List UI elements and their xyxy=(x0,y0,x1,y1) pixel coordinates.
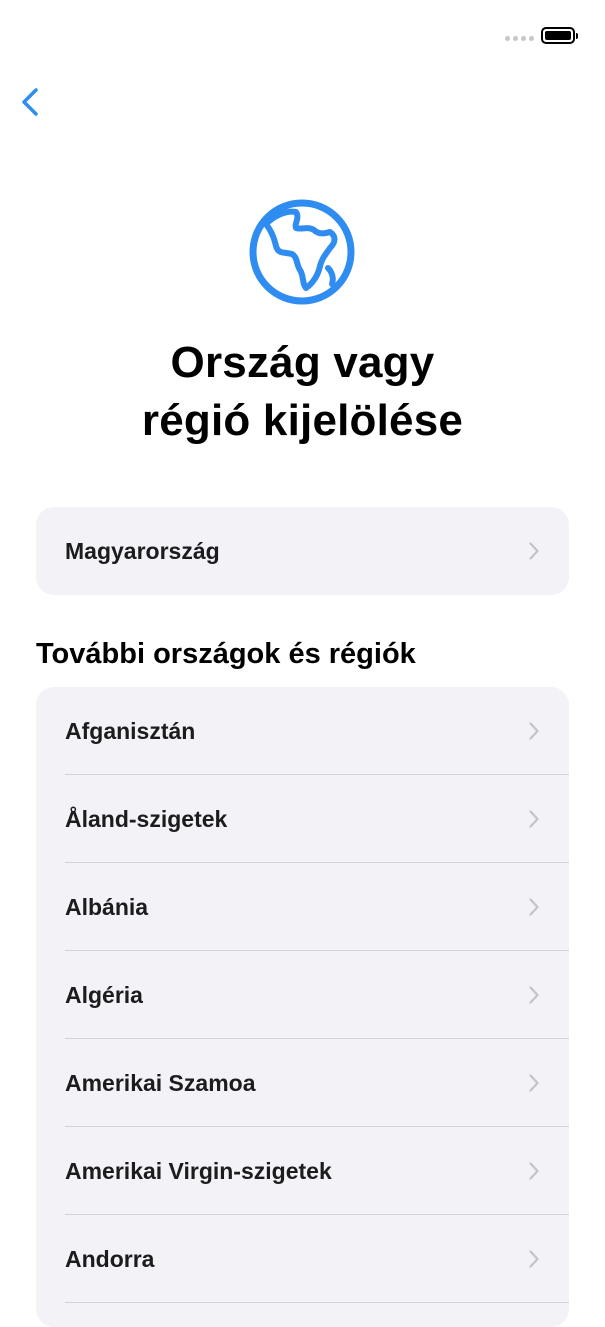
chevron-right-icon xyxy=(529,1162,539,1180)
row-divider xyxy=(65,1302,569,1303)
page-title-line-1: Ország vagy xyxy=(170,338,435,387)
globe-icon xyxy=(246,196,358,308)
country-label: Albánia xyxy=(65,894,149,920)
chevron-right-icon xyxy=(529,1250,539,1268)
country-row[interactable]: Albánia xyxy=(36,863,569,951)
chevron-right-icon xyxy=(529,898,539,916)
country-label: Åland-szigetek xyxy=(65,806,228,832)
country-label: Amerikai Szamoa xyxy=(65,1070,256,1096)
country-label: Magyarország xyxy=(65,538,220,564)
status-bar xyxy=(0,0,605,70)
back-button[interactable] xyxy=(10,80,54,124)
country-row[interactable]: Amerikai Szamoa xyxy=(36,1039,569,1127)
country-list: Afganisztán Åland-szigetek Albánia Algér… xyxy=(36,687,569,1327)
battery-full-icon xyxy=(541,27,578,44)
country-label: Afganisztán xyxy=(65,718,196,744)
signal-dots-icon xyxy=(505,36,534,41)
page-title-line-2: régió kijelölése xyxy=(141,396,464,445)
page-title: Ország vagy régió kijelölése xyxy=(0,334,605,450)
country-row[interactable]: Algéria xyxy=(36,951,569,1039)
country-label: Amerikai Virgin-szigetek xyxy=(65,1158,332,1184)
country-row[interactable]: Amerikai Virgin-szigetek xyxy=(36,1127,569,1215)
chevron-right-icon xyxy=(529,542,539,560)
section-heading: További országok és régiók xyxy=(36,638,416,670)
chevron-right-icon xyxy=(529,986,539,1004)
country-row-suggested[interactable]: Magyarország xyxy=(36,507,569,595)
chevron-right-icon xyxy=(529,1074,539,1092)
country-row[interactable]: Åland-szigetek xyxy=(36,775,569,863)
chevron-right-icon xyxy=(529,810,539,828)
country-row[interactable]: Afganisztán xyxy=(36,687,569,775)
country-row[interactable]: Andorra xyxy=(36,1215,569,1303)
chevron-right-icon xyxy=(529,722,539,740)
suggested-country-card: Magyarország xyxy=(36,507,569,595)
country-label: Algéria xyxy=(65,982,143,1008)
country-label: Andorra xyxy=(65,1246,155,1272)
chevron-left-icon xyxy=(22,88,38,116)
